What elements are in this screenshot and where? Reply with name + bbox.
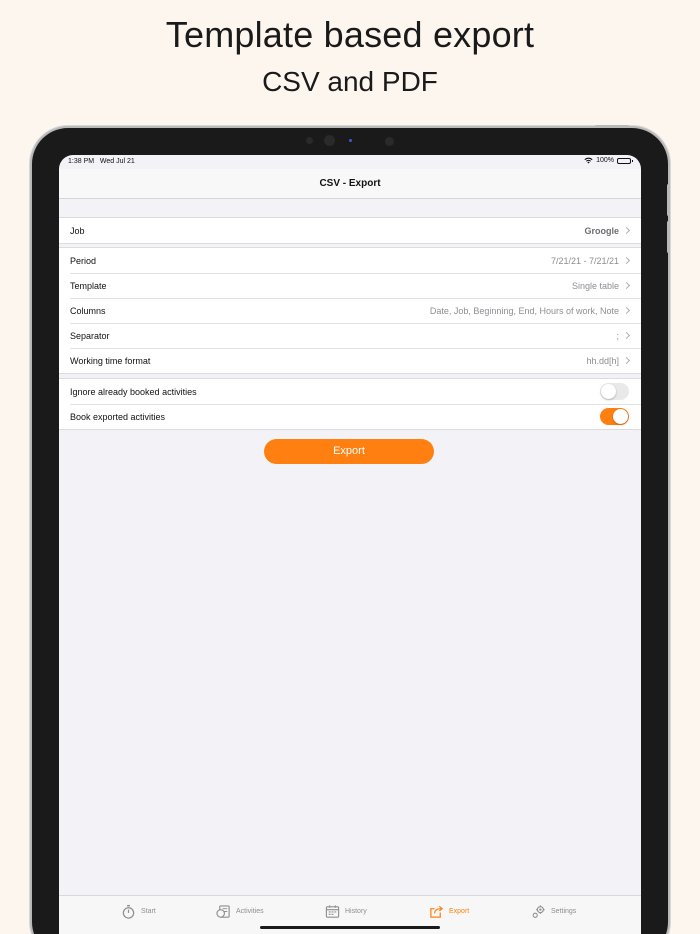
battery-percent: 100% xyxy=(596,157,614,164)
top-button xyxy=(595,125,629,128)
chevron-right-icon xyxy=(622,356,631,365)
working-time-format-value: hh.dd[h] xyxy=(586,355,619,366)
tab-start-label: Start xyxy=(141,908,156,915)
chevron-right-icon xyxy=(622,281,631,290)
gear-icon xyxy=(532,905,545,918)
separator-label: Separator xyxy=(70,330,110,341)
booking-options-section: Ignore already booked activities Book ex… xyxy=(59,378,641,430)
tab-history-label: History xyxy=(345,908,367,915)
tab-start[interactable]: Start xyxy=(121,904,156,919)
tab-export-label: Export xyxy=(449,908,470,915)
export-button[interactable]: Export xyxy=(264,439,434,464)
job-value: Groogle xyxy=(584,225,619,236)
period-value: 7/21/21 - 7/21/21 xyxy=(550,255,619,266)
chevron-right-icon xyxy=(622,306,631,315)
battery-icon xyxy=(617,157,633,164)
chevron-right-icon xyxy=(622,256,631,265)
separator-value: ; xyxy=(616,330,619,341)
separator-row[interactable]: Separator ; xyxy=(59,323,641,348)
book-exported-row: Book exported activities xyxy=(59,404,641,429)
chevron-right-icon xyxy=(622,226,631,235)
columns-label: Columns xyxy=(70,305,106,316)
chevron-right-icon xyxy=(622,331,631,340)
book-exported-label: Book exported activities xyxy=(70,411,166,422)
sensor-icon xyxy=(306,137,313,144)
page-title: CSV - Export xyxy=(59,169,641,199)
template-value: Single table xyxy=(571,280,619,291)
tab-export[interactable]: Export xyxy=(429,904,469,919)
wifi-icon xyxy=(584,157,593,164)
tab-settings[interactable]: Settings xyxy=(531,904,576,919)
template-row[interactable]: Template Single table xyxy=(59,273,641,298)
template-label: Template xyxy=(70,280,107,291)
tab-bar: Start Activities History Export Settings xyxy=(59,895,641,934)
promo-headline: Template based export xyxy=(165,14,535,55)
volume-up-button xyxy=(667,184,670,216)
book-exported-toggle[interactable] xyxy=(600,408,629,425)
ignore-booked-label: Ignore already booked activities xyxy=(70,386,197,397)
light-sensor-icon xyxy=(349,139,352,142)
working-time-format-row[interactable]: Working time format hh.dd[h] xyxy=(59,348,641,373)
tab-history[interactable]: History xyxy=(325,904,367,919)
ignore-booked-toggle[interactable] xyxy=(600,383,629,400)
period-row[interactable]: Period 7/21/21 - 7/21/21 xyxy=(59,248,641,273)
tab-settings-label: Settings xyxy=(551,908,577,915)
tab-activities[interactable]: Activities xyxy=(216,904,264,919)
stopwatch-icon xyxy=(122,904,135,919)
status-bar: 1:38 PM Wed Jul 21 100% xyxy=(59,155,641,169)
share-export-icon xyxy=(430,905,444,918)
calendar-icon xyxy=(325,905,340,918)
tab-activities-label: Activities xyxy=(236,908,264,915)
working-time-format-label: Working time format xyxy=(70,355,151,366)
period-label: Period xyxy=(70,255,97,266)
export-settings-section: Period 7/21/21 - 7/21/21 Template Single… xyxy=(59,247,641,374)
status-time: 1:38 PM xyxy=(68,158,95,165)
ignore-booked-row: Ignore already booked activities xyxy=(59,379,641,404)
home-indicator xyxy=(260,926,440,929)
sensor-icon xyxy=(385,137,394,146)
job-label: Job xyxy=(70,225,85,236)
status-date: Wed Jul 21 xyxy=(99,158,135,165)
app-screen: 1:38 PM Wed Jul 21 100% CSV - Export Job… xyxy=(59,155,641,934)
volume-down-button xyxy=(667,221,670,253)
promo-subheadline: CSV and PDF xyxy=(262,66,438,97)
job-section: Job Groogle xyxy=(59,217,641,244)
activities-icon xyxy=(216,905,230,918)
columns-value: Date, Job, Beginning, End, Hours of work… xyxy=(429,305,619,316)
columns-row[interactable]: Columns Date, Job, Beginning, End, Hours… xyxy=(59,298,641,323)
job-row[interactable]: Job Groogle xyxy=(59,218,641,243)
camera-icon xyxy=(324,135,335,146)
